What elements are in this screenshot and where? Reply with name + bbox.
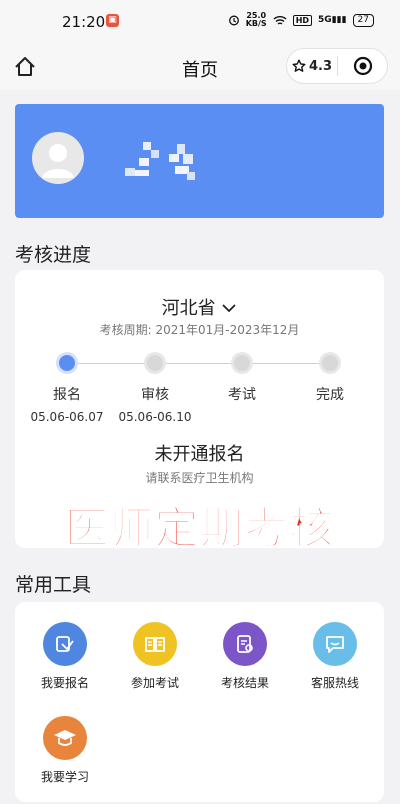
tool-label: 参加考试 (130, 676, 179, 690)
blurred-username (125, 142, 195, 180)
tool-label: 客服热线 (310, 676, 359, 690)
tool-signup[interactable]: 我要报名 (25, 622, 105, 691)
target-icon (353, 56, 372, 76)
avatar (32, 132, 84, 184)
step-dot (231, 352, 253, 374)
section-title-tools: 常用工具 (15, 574, 92, 596)
tool-label: 我要学习 (40, 770, 89, 784)
chevron-down-icon (222, 304, 236, 313)
clock-time: 21:20 (62, 13, 106, 31)
star-icon (292, 59, 306, 72)
mini-program-capsule: 4.3 (286, 48, 388, 84)
hd-badge: HD (292, 14, 313, 26)
tool-results[interactable]: 考核结果 (205, 622, 285, 691)
step-dot (319, 352, 341, 374)
battery-indicator: 27 (352, 13, 374, 27)
step-date: 05.06-06.10 (118, 410, 192, 424)
book-icon (133, 622, 177, 666)
step-label: 完成 (316, 387, 344, 403)
close-mini-program-button[interactable] (338, 56, 387, 76)
status-icons: 25.0 KB/S HD 5G▮▮▮ 27 (228, 12, 374, 28)
status-hint: 请联系医疗卫生机构 (145, 471, 254, 485)
network-speed: 25.0 KB/S (245, 11, 267, 28)
tool-hotline[interactable]: 客服热线 (295, 622, 375, 691)
province-label: 河北省 (161, 298, 216, 319)
assessment-period: 考核周期: 2021年01月-2023年12月 (99, 323, 300, 337)
tool-label: 我要报名 (40, 676, 89, 690)
tool-exam[interactable]: 参加考试 (115, 622, 195, 691)
cellular-signal: 5G▮▮▮ (318, 15, 347, 25)
signup-icon (43, 622, 87, 666)
status-bar: 21:20 ▣ 25.0 KB/S HD 5G▮▮▮ 27 (0, 0, 400, 44)
tool-study[interactable]: 我要学习 (25, 716, 105, 785)
notification-app-icon: ▣ (106, 14, 119, 27)
step-complete: 完成 (275, 352, 385, 404)
tools-card: 我要报名 参加考试 考核结果 客服热线 我要学习 (15, 602, 384, 802)
result-icon (223, 622, 267, 666)
step-dot (144, 352, 166, 374)
tool-label: 考核结果 (220, 676, 269, 690)
graduation-cap-icon (43, 716, 87, 760)
chat-icon (313, 622, 357, 666)
overlay-caption: 医师定期考核 (64, 502, 335, 555)
alarm-icon (228, 15, 239, 26)
user-icon (42, 144, 74, 178)
step-dot-active (56, 352, 78, 374)
registration-status: 未开通报名 (154, 444, 245, 465)
wifi-icon (273, 15, 287, 25)
progress-card: 河北省 考核周期: 2021年01月-2023年12月 报名 05.06-06.… (15, 270, 385, 555)
profile-banner[interactable] (15, 104, 384, 218)
rating-value: 4.3 (308, 58, 333, 74)
section-title-progress: 考核进度 (15, 244, 92, 266)
province-selector[interactable]: 河北省 (15, 294, 384, 320)
rating-button[interactable]: 4.3 (287, 59, 337, 74)
nav-bar: 首页 4.3 (0, 44, 400, 90)
